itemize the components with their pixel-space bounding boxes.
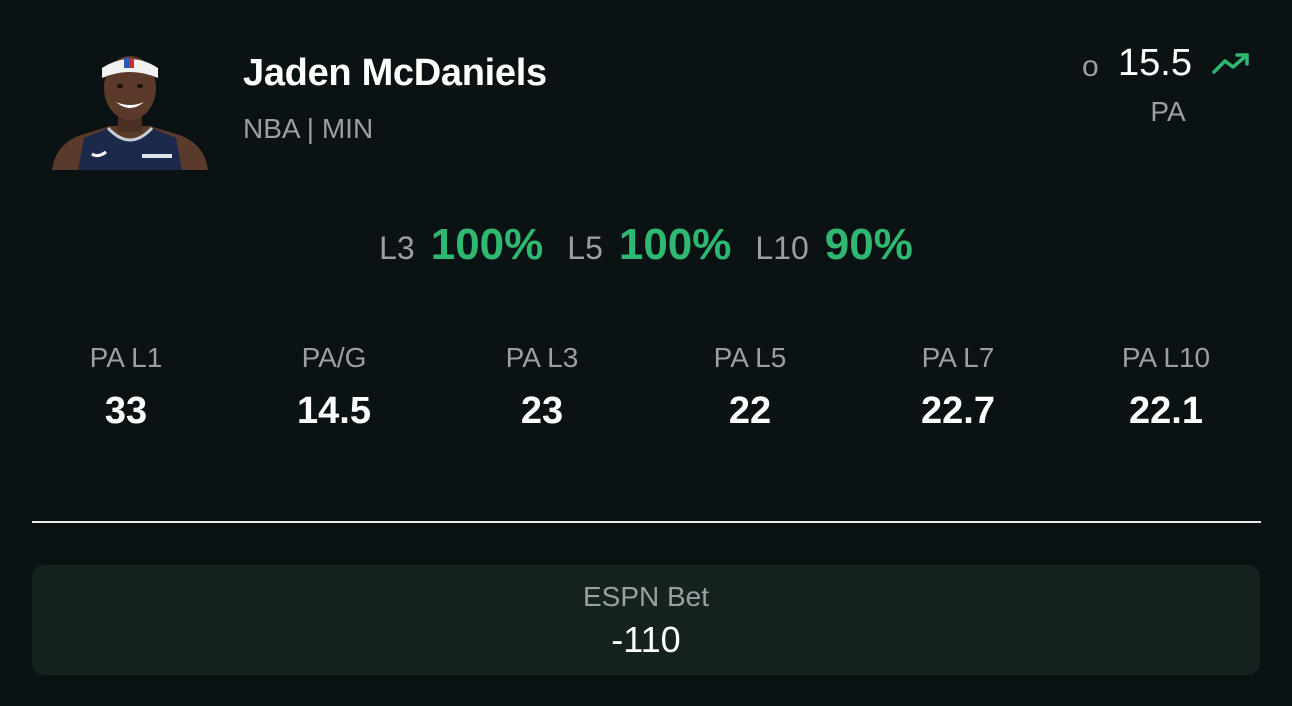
stat-value: 22.7 (921, 390, 995, 432)
stat-pa-l5: PA L5 22 (646, 342, 854, 433)
stat-label: PA L10 (1121, 342, 1211, 373)
stat-label: PA/G (301, 342, 367, 373)
stat-label: PA L3 (505, 342, 579, 373)
hit-rate-value-l5: 100% (618, 220, 732, 269)
hit-rate-value-l10: 90% (824, 220, 913, 269)
sportsbook-odds-card[interactable]: ESPN Bet -110 (32, 565, 1260, 675)
player-name: Jaden McDaniels (243, 52, 547, 94)
sportsbook-odds: -110 (611, 619, 681, 660)
prop-line: o 15.5 PA (1082, 40, 1262, 140)
player-league-team: NBA | MIN (243, 113, 374, 144)
stats-row: PA L1 33 PA/G 14.5 PA L3 23 PA L5 22 PA … (22, 342, 1270, 433)
stat-label: PA L5 (713, 342, 787, 373)
stat-label: PA L1 (89, 342, 163, 373)
stat-value: 14.5 (297, 390, 371, 432)
stat-pa-l3: PA L3 23 (438, 342, 646, 433)
stat-value: 33 (104, 390, 148, 432)
hit-rate-label-l5: L5 (567, 230, 603, 266)
hit-rates: L3 100% L5 100% L10 90% (0, 220, 1292, 270)
trending-up-icon (1212, 53, 1249, 74)
stat-value: 22.1 (1129, 390, 1203, 432)
stat-label: PA L7 (921, 342, 995, 373)
stat-value: 22 (728, 390, 772, 432)
stat-pa-l1: PA L1 33 (22, 342, 230, 433)
line-value: 15.5 (1118, 42, 1192, 84)
stat-pa-l10: PA L10 22.1 (1062, 342, 1270, 433)
hit-rate-value-l3: 100% (430, 220, 544, 269)
player-avatar (52, 56, 208, 170)
divider (32, 521, 1261, 523)
line-side: o (1082, 50, 1099, 83)
hit-rate-label-l10: L10 (755, 230, 809, 266)
stat-value: 23 (520, 390, 564, 432)
stat-pa-per-game: PA/G 14.5 (230, 342, 438, 433)
hit-rate-label-l3: L3 (379, 230, 415, 266)
sportsbook-name: ESPN Bet (582, 581, 710, 612)
line-stat-type: PA (1150, 96, 1186, 127)
stat-pa-l7: PA L7 22.7 (854, 342, 1062, 433)
